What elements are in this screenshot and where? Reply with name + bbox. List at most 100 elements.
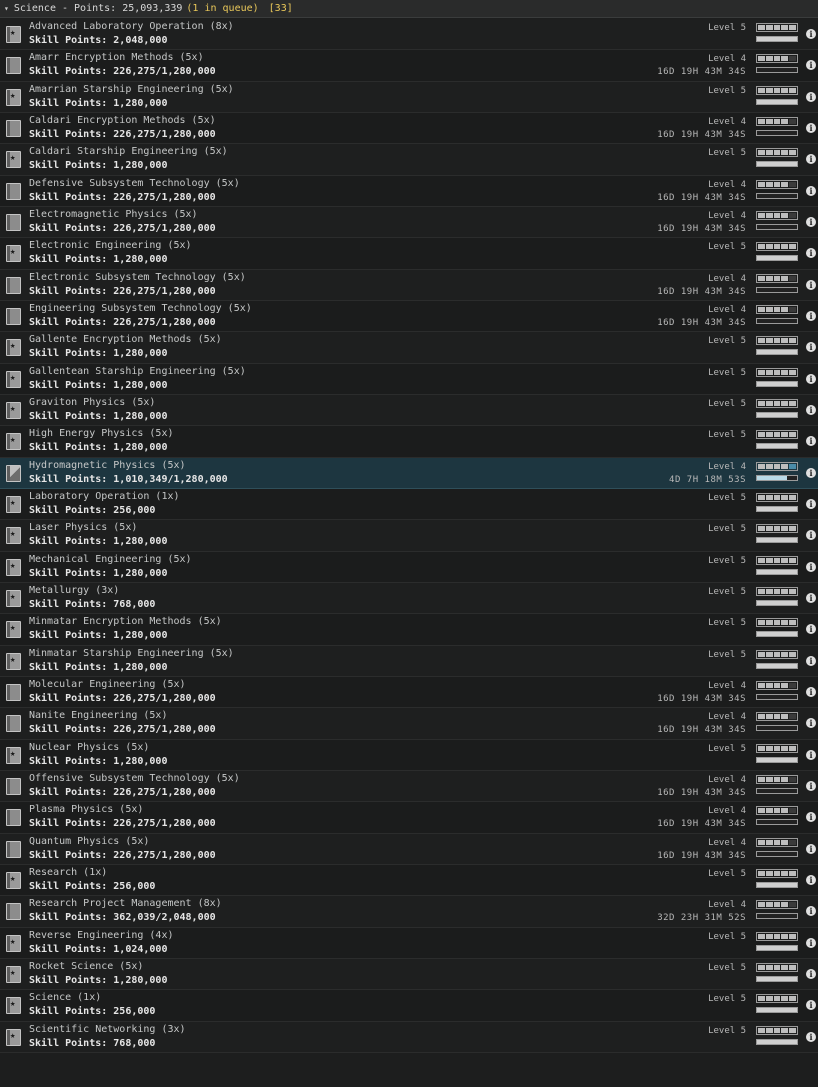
skill-row[interactable]: ★ Minmatar Encryption Methods (5x) Skill P… <box>0 614 818 646</box>
skill-row[interactable]: Quantum Physics (5x) Skill Points: 226,27… <box>0 833 818 865</box>
skill-row[interactable]: Plasma Physics (5x) Skill Points: 226,275… <box>0 802 818 834</box>
skillbook-icon[interactable]: ★ <box>6 934 21 952</box>
skillbook-icon[interactable] <box>6 57 21 75</box>
skillbook-icon[interactable]: ★ <box>6 871 21 889</box>
info-icon[interactable]: i <box>806 91 816 102</box>
skill-row[interactable]: ★ Caldari Starship Engineering (5x) Skill … <box>0 144 818 176</box>
info-icon[interactable]: i <box>806 154 816 165</box>
skill-row[interactable]: ★ High Energy Physics (5x) Skill Points: 1… <box>0 426 818 458</box>
info-icon[interactable]: i <box>806 968 816 979</box>
skill-row[interactable]: ★ Rocket Science (5x) Skill Points: 1,280,… <box>0 958 818 991</box>
info-icon[interactable]: i <box>806 60 816 71</box>
skillbook-icon[interactable] <box>6 213 21 231</box>
info-icon[interactable]: i <box>806 467 816 478</box>
info-icon[interactable]: i <box>806 373 816 384</box>
info-icon[interactable]: i <box>806 780 816 791</box>
skillbook-icon[interactable] <box>6 715 21 733</box>
skillbook-icon[interactable] <box>6 307 21 325</box>
skill-row[interactable]: Research Project Management (8x) Skill Po… <box>0 896 818 928</box>
skill-row[interactable]: ★ Gallente Encryption Methods (5x) Skill P… <box>0 332 818 364</box>
skill-row[interactable]: ★ Laser Physics (5x) Skill Points: 1,280,0… <box>0 520 818 552</box>
info-icon[interactable]: i <box>806 185 816 196</box>
info-icon[interactable]: i <box>806 248 816 259</box>
skillbook-icon[interactable]: ★ <box>6 965 21 983</box>
skill-row[interactable]: Amarr Encryption Methods (5x) Skill Point… <box>0 50 818 82</box>
skill-row[interactable]: ★ Gallentean Starship Engineering (5x) Ski… <box>0 363 818 395</box>
skill-row[interactable]: ★ Amarrian Starship Engineering (5x) Skill… <box>0 81 818 113</box>
skill-row[interactable]: ★ Scientific Networking (3x) Skill Points:… <box>0 1021 818 1053</box>
skillbook-icon[interactable]: ★ <box>6 433 21 451</box>
skillbook-icon[interactable] <box>6 903 21 921</box>
skillbook-icon[interactable]: ★ <box>6 151 21 169</box>
skillbook-icon[interactable] <box>6 464 21 482</box>
skillbook-icon[interactable]: ★ <box>6 26 21 43</box>
skillbook-icon[interactable]: ★ <box>6 88 21 106</box>
skill-row[interactable]: ★ Nuclear Physics (5x) Skill Points: 1,280… <box>0 739 818 771</box>
info-icon[interactable]: i <box>806 29 816 39</box>
skillbook-icon[interactable] <box>6 683 21 701</box>
skillbook-icon[interactable]: ★ <box>6 339 21 357</box>
skill-row[interactable]: Engineering Subsystem Technology (5x) Ski… <box>0 300 818 333</box>
skill-row[interactable]: ★ Advanced Laboratory Operation (8x) Skill… <box>0 19 818 51</box>
info-icon[interactable]: i <box>806 216 816 227</box>
skillbook-icon[interactable]: ★ <box>6 997 21 1015</box>
skill-row[interactable]: Caldari Encryption Methods (5x) Skill Poi… <box>0 112 818 145</box>
skillbook-icon[interactable]: ★ <box>6 370 21 388</box>
info-icon[interactable]: i <box>806 592 816 603</box>
skillbook-icon[interactable]: ★ <box>6 652 21 670</box>
info-icon[interactable]: i <box>806 874 816 885</box>
info-icon[interactable]: i <box>806 906 816 917</box>
skillbook-icon[interactable] <box>6 840 21 858</box>
skillbook-icon[interactable] <box>6 809 21 827</box>
info-icon[interactable]: i <box>806 561 816 572</box>
skill-row[interactable]: ★ Electronic Engineering (5x) Skill Points… <box>0 238 818 270</box>
info-icon[interactable]: i <box>806 937 816 948</box>
skillbook-icon[interactable]: ★ <box>6 401 21 419</box>
skillbook-icon[interactable] <box>6 182 21 200</box>
skill-row[interactable]: ★ Science (1x) Skill Points: 256,000 Level … <box>0 990 818 1022</box>
info-icon[interactable]: i <box>806 655 816 666</box>
info-icon[interactable]: i <box>806 749 816 760</box>
info-icon[interactable]: i <box>806 686 816 697</box>
info-icon[interactable]: i <box>806 718 816 729</box>
info-icon[interactable]: i <box>806 1000 816 1011</box>
skill-row[interactable]: ★ Mechanical Engineering (5x) Skill Points… <box>0 551 818 583</box>
info-icon[interactable]: i <box>806 624 816 635</box>
skill-row[interactable]: ★ Metallurgy (3x) Skill Points: 768,000 Lev… <box>0 582 818 615</box>
info-icon[interactable]: i <box>806 342 816 353</box>
info-icon[interactable]: i <box>806 498 816 509</box>
collapse-caret-icon[interactable]: ▾ <box>4 4 9 13</box>
skill-row[interactable]: ★ Laboratory Operation (1x) Skill Points: … <box>0 488 818 521</box>
skillbook-icon[interactable] <box>6 119 21 137</box>
info-icon[interactable]: i <box>806 436 816 447</box>
category-header[interactable]: ▾ Science - Points: 25,093,339 (1 in que… <box>0 0 818 18</box>
info-icon[interactable]: i <box>806 279 816 290</box>
skillbook-icon[interactable] <box>6 777 21 795</box>
skill-row[interactable]: ★ Minmatar Starship Engineering (5x) Skill… <box>0 645 818 677</box>
info-icon[interactable]: i <box>806 1031 816 1042</box>
skill-row[interactable]: Nanite Engineering (5x) Skill Points: 226… <box>0 708 818 740</box>
info-icon[interactable]: i <box>806 530 816 541</box>
info-icon[interactable]: i <box>806 122 816 133</box>
skillbook-icon[interactable]: ★ <box>6 746 21 764</box>
skillbook-icon[interactable]: ★ <box>6 558 21 576</box>
skillbook-icon[interactable] <box>6 276 21 294</box>
skill-row[interactable]: ★ Reverse Engineering (4x) Skill Points: 1… <box>0 927 818 959</box>
skillbook-icon[interactable]: ★ <box>6 245 21 263</box>
skillbook-icon[interactable]: ★ <box>6 1028 21 1046</box>
info-icon[interactable]: i <box>806 310 816 321</box>
skill-row[interactable]: ★ Graviton Physics (5x) Skill Points: 1,28… <box>0 394 818 427</box>
skill-row[interactable]: Offensive Subsystem Technology (5x) Skill… <box>0 770 818 803</box>
skill-row[interactable]: Defensive Subsystem Technology (5x) Skill… <box>0 175 818 207</box>
skillbook-icon[interactable]: ★ <box>6 621 21 639</box>
info-icon[interactable]: i <box>806 843 816 854</box>
skill-row[interactable]: Electronic Subsystem Technology (5x) Skil… <box>0 269 818 301</box>
skill-row[interactable]: Electromagnetic Physics (5x) Skill Points… <box>0 206 818 239</box>
info-icon[interactable]: i <box>806 404 816 415</box>
skill-row[interactable]: Molecular Engineering (5x) Skill Points: … <box>0 676 818 709</box>
skillbook-icon[interactable]: ★ <box>6 589 21 607</box>
skill-row[interactable]: ★ Research (1x) Skill Points: 256,000 Level… <box>0 864 818 897</box>
skillbook-icon[interactable]: ★ <box>6 495 21 513</box>
skillbook-icon[interactable]: ★ <box>6 527 21 545</box>
skill-row[interactable]: Hydromagnetic Physics (5x) Skill Points: … <box>0 457 818 489</box>
